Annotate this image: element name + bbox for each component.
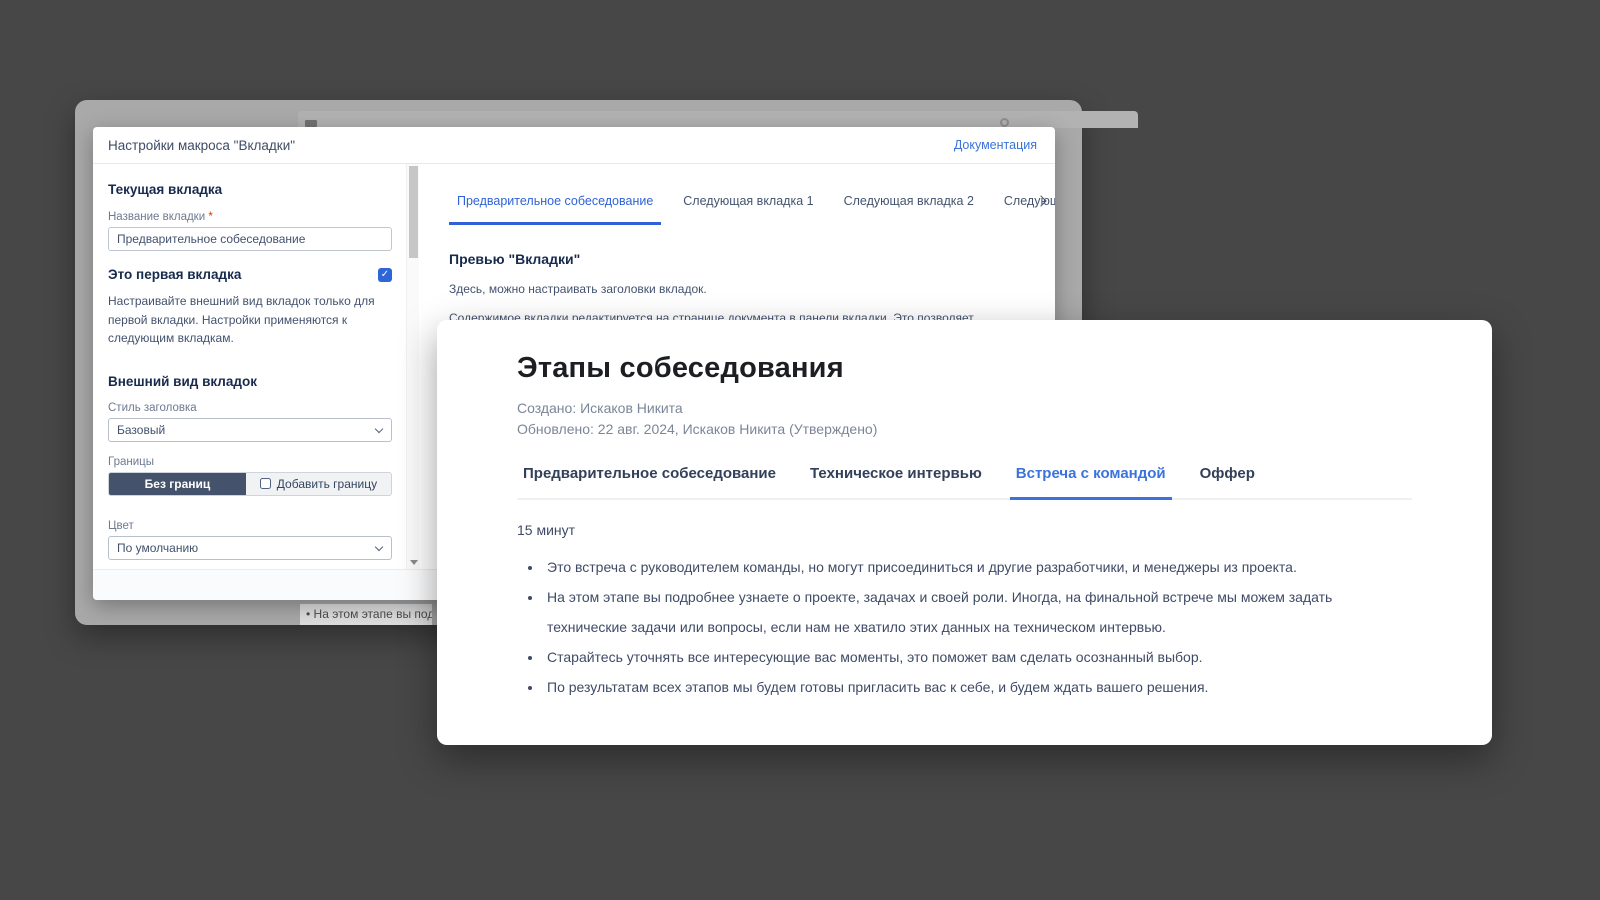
settings-panel: Текущая вкладка Название вкладки * Это п… [93, 164, 406, 569]
chevron-down-icon [375, 425, 383, 433]
updated-line: Обновлено: 22 авг. 2024, Искаков Никита … [517, 419, 1412, 440]
card-tabs: Предварительное собеседование Техническое… [517, 465, 1412, 500]
first-tab-checkbox[interactable]: ✓ [378, 268, 392, 282]
scrollbar-down-arrow-icon[interactable] [410, 560, 418, 565]
list-item: Это встреча с руководителем команды, но … [543, 552, 1412, 582]
stage-bullet-list: Это встреча с руководителем команды, но … [543, 552, 1412, 702]
documentation-link[interactable]: Документация [954, 138, 1037, 152]
page-content-hint: • На этом этапе вы под [300, 604, 432, 625]
preview-tab-1[interactable]: Предварительное собеседование [449, 194, 661, 225]
page-meta: Создано: Искаков Никита Обновлено: 22 ав… [517, 398, 1412, 440]
page-title: Этапы собеседования [517, 352, 1412, 385]
settings-scrollbar[interactable] [406, 164, 419, 569]
chevron-down-icon [375, 543, 383, 551]
duration-text: 15 минут [517, 522, 1412, 538]
borders-option-add[interactable]: Добавить границу [246, 473, 391, 495]
list-item: На этом этапе вы подробнее узнаете о про… [543, 582, 1412, 642]
dimmed-toolbar-glyph [305, 120, 317, 127]
card-tab-4[interactable]: Оффер [1194, 465, 1261, 500]
preview-tab-3[interactable]: Следующая вкладка 2 [836, 194, 982, 225]
dialog-title: Настройки макроса "Вкладки" [108, 138, 295, 153]
add-border-checkbox[interactable] [260, 478, 271, 489]
preview-tabs: Предварительное собеседование Следующая в… [449, 194, 1031, 225]
borders-option-none[interactable]: Без границ [109, 473, 246, 495]
preview-heading: Превью "Вкладки" [449, 251, 1031, 267]
color-select[interactable]: По умолчанию [108, 536, 392, 560]
card-tab-2[interactable]: Техническое интервью [804, 465, 988, 500]
borders-segmented-control: Без границ Добавить границу [108, 472, 392, 496]
header-style-select[interactable]: Базовый [108, 418, 392, 442]
tab-name-input[interactable] [108, 227, 392, 251]
preview-tab-4[interactable]: Следующ [996, 194, 1055, 225]
header-style-label: Стиль заголовка [108, 402, 392, 414]
section-appearance: Внешний вид вкладок [108, 374, 392, 389]
card-tab-1[interactable]: Предварительное собеседование [517, 465, 782, 500]
scrollbar-thumb[interactable] [409, 166, 418, 258]
color-label: Цвет [108, 520, 392, 532]
section-current-tab: Текущая вкладка [108, 182, 392, 197]
preview-tab-2[interactable]: Следующая вкладка 1 [675, 194, 821, 225]
preview-text-line: Здесь, можно настраивать заголовки вклад… [449, 282, 1031, 296]
first-tab-help-text: Настраивайте внешний вид вкладок только … [108, 292, 392, 348]
dialog-header: Настройки макроса "Вкладки" Документация [93, 127, 1055, 164]
page-view-card: Этапы собеседования Создано: Искаков Ник… [437, 320, 1492, 745]
list-item: По результатам всех этапов мы будем гото… [543, 672, 1412, 702]
dimmed-toolbar [298, 111, 1138, 128]
borders-label: Границы [108, 456, 392, 468]
list-item: Старайтесь уточнять все интересующие вас… [543, 642, 1412, 672]
tab-name-label: Название вкладки * [108, 211, 392, 223]
dimmed-help-icon [1000, 118, 1009, 127]
card-tab-3[interactable]: Встреча с командой [1010, 465, 1172, 500]
first-tab-label: Это первая вкладка [108, 267, 241, 282]
created-by-line: Создано: Искаков Никита [517, 398, 1412, 419]
required-asterisk: * [208, 211, 212, 223]
